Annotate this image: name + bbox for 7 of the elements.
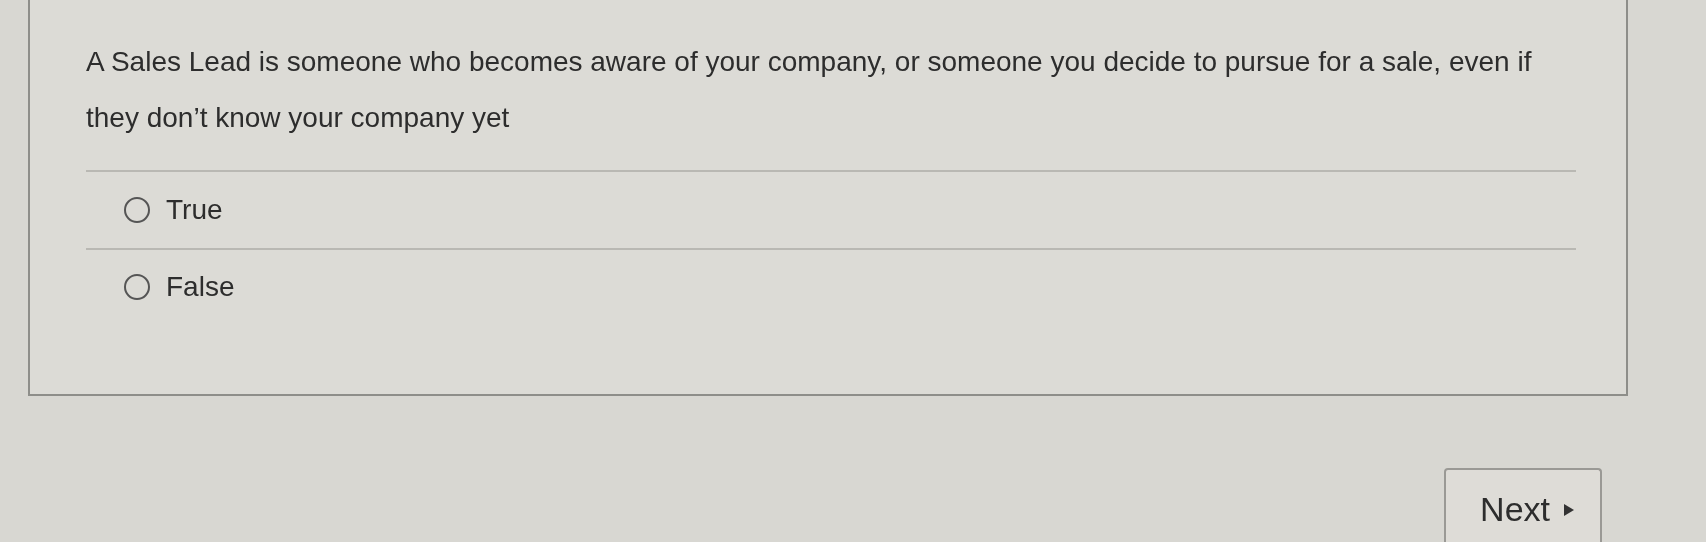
caret-icon <box>1564 503 1574 516</box>
radio-icon[interactable] <box>124 197 150 223</box>
answer-option[interactable]: True <box>86 172 1576 248</box>
question-text: A Sales Lead is someone who becomes aware of your company, or someone you decide to pursue for a sale, even if they don’t know your company yet <box>86 45 1533 135</box>
next-button[interactable]: Next <box>1444 468 1602 542</box>
radio-icon[interactable] <box>124 274 150 300</box>
answer-option[interactable]: False <box>86 248 1576 324</box>
